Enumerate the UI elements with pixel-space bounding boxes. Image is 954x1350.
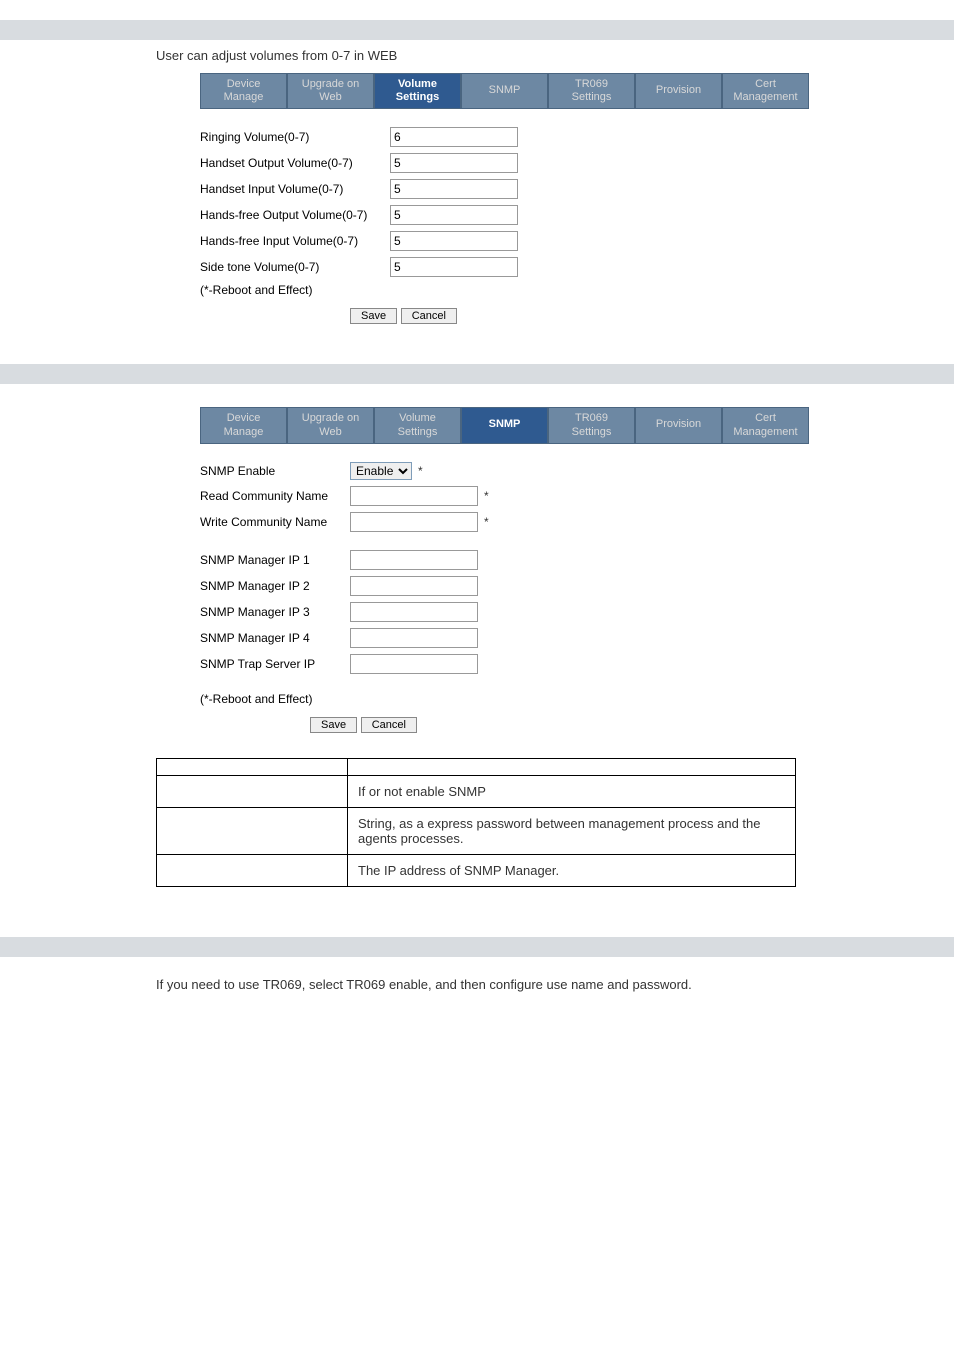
write-community-input[interactable]: [350, 512, 478, 532]
table-row: The IP address of SNMP Manager.: [157, 854, 796, 886]
tab-snmp[interactable]: SNMP: [461, 73, 548, 109]
desc-community-string: String, as a express password between ma…: [348, 807, 796, 854]
reboot-note-snmp: (*-Reboot and Effect): [200, 692, 350, 706]
side-tone-input[interactable]: [390, 257, 518, 277]
desc-enable-snmp: If or not enable SNMP: [348, 775, 796, 807]
tab-provision-2[interactable]: Provision: [635, 407, 722, 443]
desc-cell-empty-4-1: [157, 854, 348, 886]
section-header-snmp: [0, 364, 954, 384]
tab-provision[interactable]: Provision: [635, 73, 722, 109]
tabs-snmp: Device Manage Upgrade on Web Volume Sett…: [200, 407, 834, 443]
snmp-description-table: If or not enable SNMP String, as a expre…: [156, 758, 796, 887]
mgr-ip3-input[interactable]: [350, 602, 478, 622]
handsfree-output-input[interactable]: [390, 205, 518, 225]
tab-volume-settings[interactable]: Volume Settings: [374, 73, 461, 109]
tab-cert-management-2[interactable]: Cert Management: [722, 407, 809, 443]
ringing-volume-label: Ringing Volume(0-7): [200, 130, 390, 144]
handset-input-input[interactable]: [390, 179, 518, 199]
tab-tr069-settings-2[interactable]: TR069 Settings: [548, 407, 635, 443]
tab-snmp-2[interactable]: SNMP: [461, 407, 548, 443]
tab-cert-management[interactable]: Cert Management: [722, 73, 809, 109]
trap-server-input[interactable]: [350, 654, 478, 674]
tab-device-manage[interactable]: Device Manage: [200, 73, 287, 109]
table-row: String, as a express password between ma…: [157, 807, 796, 854]
handset-output-label: Handset Output Volume(0-7): [200, 156, 390, 170]
trap-server-label: SNMP Trap Server IP: [200, 657, 350, 671]
desc-cell-empty-1-2: [348, 758, 796, 775]
tabs-volume: Device Manage Upgrade on Web Volume Sett…: [200, 73, 834, 109]
desc-cell-empty-1-1: [157, 758, 348, 775]
asterisk-write: *: [484, 515, 489, 529]
section-header-tr069: [0, 937, 954, 957]
reboot-note-volume: (*-Reboot and Effect): [200, 283, 390, 297]
handset-output-input[interactable]: [390, 153, 518, 173]
handset-input-label: Handset Input Volume(0-7): [200, 182, 390, 196]
mgr-ip1-input[interactable]: [350, 550, 478, 570]
table-row: [157, 758, 796, 775]
save-button-volume[interactable]: Save: [350, 308, 397, 324]
handsfree-input-input[interactable]: [390, 231, 518, 251]
ringing-volume-input[interactable]: [390, 127, 518, 147]
cancel-button-volume[interactable]: Cancel: [401, 308, 457, 324]
volume-intro-text: User can adjust volumes from 0-7 in WEB: [0, 48, 954, 73]
mgr-ip3-label: SNMP Manager IP 3: [200, 605, 350, 619]
desc-cell-empty-3-1: [157, 807, 348, 854]
table-row: If or not enable SNMP: [157, 775, 796, 807]
desc-manager-ip: The IP address of SNMP Manager.: [348, 854, 796, 886]
asterisk-enable: *: [418, 464, 423, 478]
mgr-ip2-input[interactable]: [350, 576, 478, 596]
read-community-input[interactable]: [350, 486, 478, 506]
asterisk-read: *: [484, 489, 489, 503]
tab-tr069-settings[interactable]: TR069 Settings: [548, 73, 635, 109]
tab-upgrade-web-2[interactable]: Upgrade on Web: [287, 407, 374, 443]
cancel-button-snmp[interactable]: Cancel: [361, 717, 417, 733]
mgr-ip1-label: SNMP Manager IP 1: [200, 553, 350, 567]
handsfree-input-label: Hands-free Input Volume(0-7): [200, 234, 390, 248]
handsfree-output-label: Hands-free Output Volume(0-7): [200, 208, 390, 222]
tab-volume-settings-2[interactable]: Volume Settings: [374, 407, 461, 443]
section-header-volume: [0, 20, 954, 40]
tr069-intro-text: If you need to use TR069, select TR069 e…: [0, 965, 954, 1032]
side-tone-label: Side tone Volume(0-7): [200, 260, 390, 274]
mgr-ip2-label: SNMP Manager IP 2: [200, 579, 350, 593]
read-community-label: Read Community Name: [200, 489, 350, 503]
snmp-enable-label: SNMP Enable: [200, 464, 350, 478]
mgr-ip4-input[interactable]: [350, 628, 478, 648]
save-button-snmp[interactable]: Save: [310, 717, 357, 733]
tab-upgrade-web[interactable]: Upgrade on Web: [287, 73, 374, 109]
write-community-label: Write Community Name: [200, 515, 350, 529]
desc-cell-empty-2-1: [157, 775, 348, 807]
mgr-ip4-label: SNMP Manager IP 4: [200, 631, 350, 645]
tab-device-manage-2[interactable]: Device Manage: [200, 407, 287, 443]
snmp-enable-select[interactable]: Enable: [350, 462, 412, 480]
